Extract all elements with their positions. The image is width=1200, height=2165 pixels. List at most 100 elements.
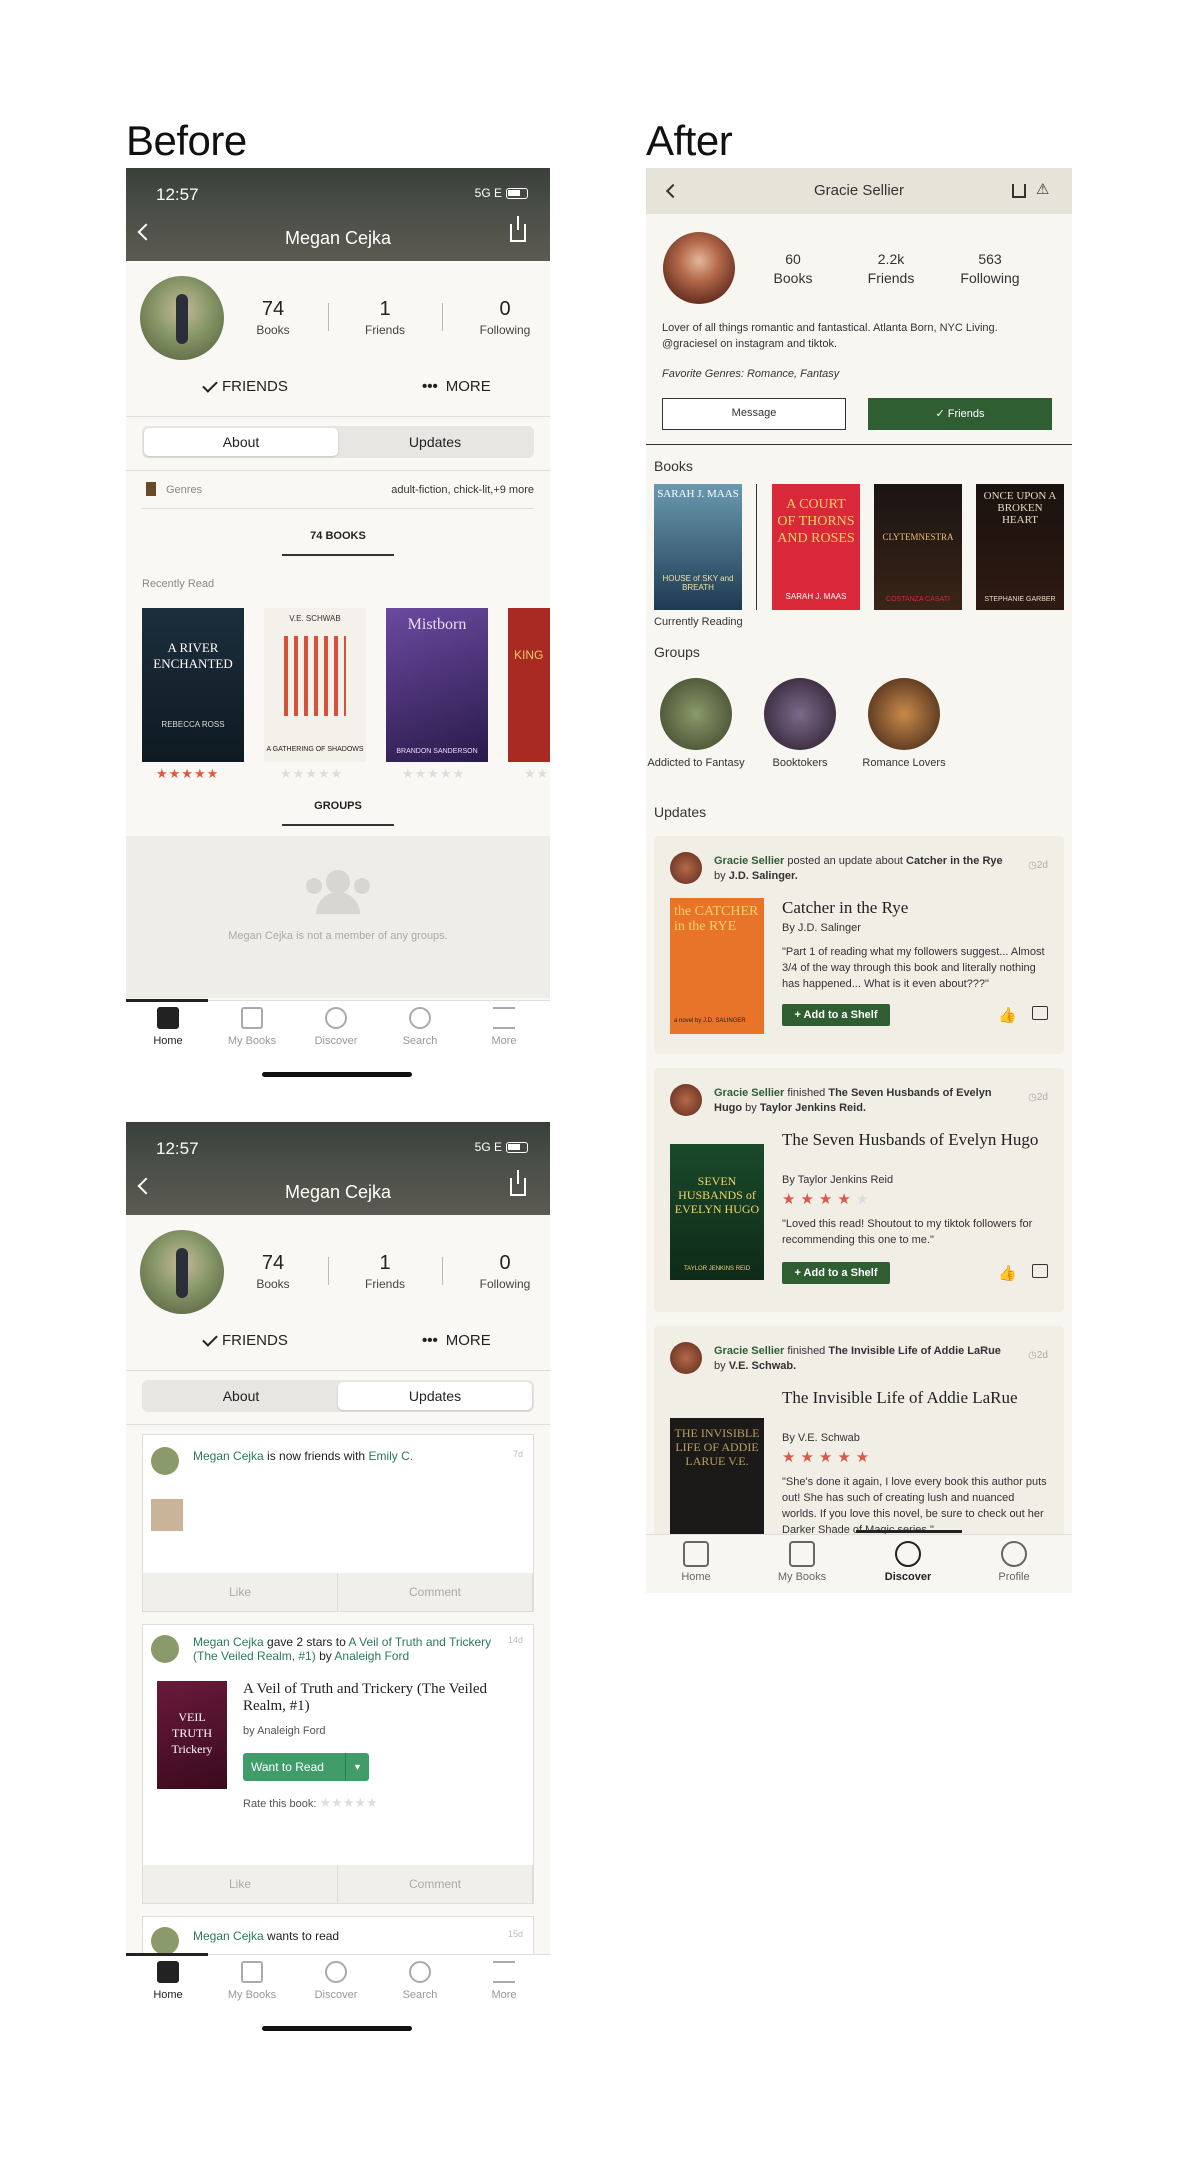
- author-link[interactable]: Analeigh Ford: [334, 1649, 409, 1663]
- tab-my-books[interactable]: My Books: [217, 1007, 287, 1047]
- stat-label: Following: [479, 323, 531, 337]
- book-title[interactable]: The Seven Husbands of Evelyn Hugo: [782, 1130, 1052, 1149]
- tab-more[interactable]: More: [469, 1961, 539, 2001]
- friends-button[interactable]: FRIENDS: [202, 376, 288, 395]
- share-icon[interactable]: [1012, 184, 1026, 198]
- like-button[interactable]: Like: [143, 1865, 338, 1903]
- tab-profile[interactable]: Profile: [974, 1541, 1054, 1583]
- like-icon[interactable]: 👍: [998, 1006, 1017, 1024]
- author-link[interactable]: V.E. Schwab.: [729, 1360, 796, 1372]
- rating-stars[interactable]: ★★: [524, 766, 549, 782]
- user-link[interactable]: Megan Cejka: [193, 1449, 264, 1463]
- book-title[interactable]: Catcher in the Rye: [782, 898, 1052, 917]
- group-avatar[interactable]: [660, 678, 732, 750]
- tab-my-books[interactable]: My Books: [217, 1961, 287, 2001]
- like-button[interactable]: Like: [143, 1573, 338, 1611]
- report-icon[interactable]: ⚠: [1036, 180, 1049, 198]
- book-link[interactable]: The Invisible Life of Addie LaRue: [828, 1345, 1001, 1357]
- book-cover[interactable]: KING: [508, 608, 550, 762]
- book-title[interactable]: The Invisible Life of Addie LaRue: [782, 1388, 1052, 1407]
- group-label[interactable]: Addicted to Fantasy: [646, 756, 746, 771]
- add-to-shelf-button[interactable]: + Add to a Shelf: [782, 1262, 890, 1284]
- tab-about[interactable]: About: [144, 428, 338, 456]
- update-text: Gracie Sellier finished The Seven Husban…: [714, 1086, 1014, 1116]
- book-cover[interactable]: CLYTEMNESTRA COSTANZA CASATI: [874, 484, 962, 610]
- groups-heading[interactable]: GROUPS: [126, 800, 550, 812]
- rating-stars[interactable]: ★★★★★: [319, 1795, 377, 1810]
- stat-following[interactable]: 0 Following: [460, 1252, 550, 1291]
- dropdown-icon[interactable]: ▼: [345, 1753, 369, 1781]
- tab-discover[interactable]: Discover: [301, 1961, 371, 2001]
- stat-friends[interactable]: 1 Friends: [340, 1252, 430, 1291]
- stat-books[interactable]: 74 Books: [228, 1252, 318, 1291]
- rating-stars[interactable]: ★★★★★: [402, 766, 465, 782]
- book-cover[interactable]: Mistborn BRANDON SANDERSON: [386, 608, 488, 762]
- group-avatar[interactable]: [868, 678, 940, 750]
- tab-about[interactable]: About: [144, 1382, 338, 1410]
- add-to-shelf-button[interactable]: + Add to a Shelf: [782, 1004, 890, 1026]
- tab-search[interactable]: Search: [385, 1007, 455, 1047]
- user-link[interactable]: Gracie Sellier: [714, 855, 784, 867]
- tab-updates[interactable]: Updates: [338, 428, 532, 456]
- tab-home[interactable]: Home: [133, 1007, 203, 1047]
- book-cover[interactable]: SARAH J. MAAS HOUSE of SKY and BREATH: [654, 484, 742, 610]
- book-title[interactable]: A Veil of Truth and Trickery (The Veiled…: [243, 1681, 523, 1715]
- book-link[interactable]: Catcher in the Rye: [906, 855, 1003, 867]
- stat-friends[interactable]: 2.2k Friends: [856, 250, 926, 288]
- genres-row[interactable]: Genres adult-fiction, chick-lit,+9 more: [142, 480, 534, 502]
- tab-home[interactable]: Home: [656, 1541, 736, 1583]
- user-link[interactable]: Megan Cejka: [193, 1929, 264, 1943]
- stat-friends[interactable]: 1 Friends: [340, 298, 430, 337]
- bio-handle: @graciesel on instagram and tiktok.: [662, 338, 838, 350]
- friend-avatar[interactable]: [151, 1499, 183, 1531]
- books-count-link[interactable]: 74 BOOKS: [126, 530, 550, 542]
- friends-button[interactable]: ✓ Friends: [868, 398, 1052, 430]
- message-button[interactable]: Message: [662, 398, 846, 430]
- stat-books[interactable]: 60 Books: [758, 250, 828, 288]
- tab-search[interactable]: Search: [385, 1961, 455, 2001]
- group-label[interactable]: Romance Lovers: [854, 756, 954, 771]
- comment-icon[interactable]: [1032, 1264, 1048, 1278]
- books-heading: Books: [654, 458, 693, 474]
- stat-books[interactable]: 74 Books: [228, 298, 318, 337]
- tab-more[interactable]: More: [469, 1007, 539, 1047]
- tab-discover[interactable]: Discover: [301, 1007, 371, 1047]
- tab-label: My Books: [227, 1035, 277, 1047]
- favorite-genres: Favorite Genres: Romance, Fantasy: [662, 368, 840, 380]
- update-text: Megan Cejka gave 2 stars to A Veil of Tr…: [193, 1635, 493, 1663]
- stat-label: Following: [960, 270, 1020, 286]
- more-button[interactable]: ••• MORE: [422, 1332, 491, 1349]
- user-link[interactable]: Gracie Sellier: [714, 1345, 784, 1357]
- book-cover[interactable]: SEVEN HUSBANDS of EVELYN HUGO TAYLOR JENK…: [670, 1144, 764, 1280]
- stat-following[interactable]: 0 Following: [460, 298, 550, 337]
- comment-icon[interactable]: [1032, 1006, 1048, 1020]
- author-link[interactable]: Taylor Jenkins Reid.: [760, 1102, 866, 1114]
- book-cover[interactable]: A COURT OF THORNS AND ROSES SARAH J. MAAS: [772, 484, 860, 610]
- group-avatar[interactable]: [764, 678, 836, 750]
- tab-updates[interactable]: Updates: [338, 1382, 532, 1410]
- book-cover[interactable]: VEIL TRUTH Trickery: [157, 1681, 227, 1789]
- more-button[interactable]: ••• MORE: [422, 378, 491, 395]
- like-icon[interactable]: 👍: [998, 1264, 1017, 1282]
- comment-button[interactable]: Comment: [338, 1573, 533, 1611]
- tab-home[interactable]: Home: [133, 1961, 203, 2001]
- group-label[interactable]: Booktokers: [750, 756, 850, 771]
- comment-button[interactable]: Comment: [338, 1865, 533, 1903]
- user-link[interactable]: Megan Cejka: [193, 1635, 264, 1649]
- book-cover[interactable]: V.E. SCHWAB A GATHERING OF SHADOWS: [264, 608, 366, 762]
- book-cover[interactable]: the CATCHER in the RYE a novel by J.D. SA…: [670, 898, 764, 1034]
- author-link[interactable]: J.D. Salinger.: [729, 870, 798, 882]
- tab-my-books[interactable]: My Books: [762, 1541, 842, 1583]
- cover-author: V.E. SCHWAB: [289, 614, 341, 623]
- book-cover[interactable]: ONCE UPON A BROKEN HEART STEPHANIE GARBER: [976, 484, 1064, 610]
- tab-discover[interactable]: Discover: [868, 1541, 948, 1583]
- book-cover[interactable]: A RIVER ENCHANTED REBECCA ROSS: [142, 608, 244, 762]
- share-icon[interactable]: [510, 216, 526, 242]
- rating-stars[interactable]: ★★★★★: [280, 766, 343, 782]
- friends-button[interactable]: FRIENDS: [202, 1330, 288, 1349]
- friend-link[interactable]: Emily C.: [368, 1449, 413, 1463]
- share-icon[interactable]: [510, 1170, 526, 1196]
- want-to-read-button[interactable]: Want to Read ▼: [243, 1753, 369, 1781]
- user-link[interactable]: Gracie Sellier: [714, 1087, 784, 1099]
- stat-following[interactable]: 563 Following: [950, 250, 1030, 288]
